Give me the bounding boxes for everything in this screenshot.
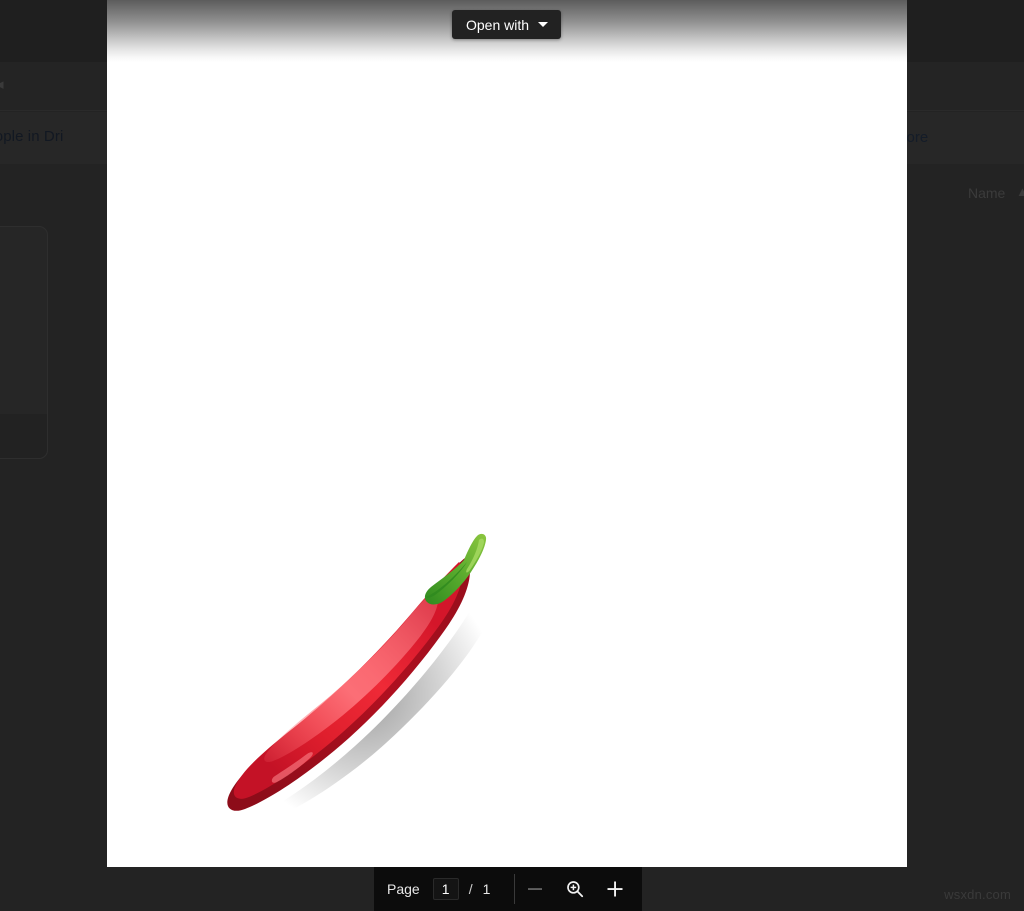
open-with-button[interactable]: Open with: [452, 10, 562, 39]
page-separator: /: [468, 881, 473, 897]
zoom-controls-group: [515, 867, 635, 911]
page-number-input[interactable]: [432, 878, 459, 900]
sort-ascending-arrow-icon: ▲: [1016, 184, 1024, 199]
minus-icon: [528, 888, 543, 890]
caret-left-icon: ◂: [0, 76, 14, 94]
background-side-panel-footer: [0, 414, 48, 459]
background-banner-text: k people in Dri: [0, 128, 64, 145]
viewer-bottom-toolbar: Page / 1: [374, 867, 642, 911]
page-navigation-group: Page / 1: [374, 867, 490, 911]
open-with-label: Open with: [466, 16, 530, 33]
zoom-in-button[interactable]: [595, 867, 635, 911]
site-watermark: wsxdn.com: [944, 887, 1011, 902]
magnifier-plus-icon: [567, 881, 584, 898]
zoom-out-button[interactable]: [515, 867, 555, 911]
page-total-count: 1: [482, 881, 491, 897]
page-label: Page: [387, 881, 420, 897]
document-viewer-page: [107, 0, 907, 867]
zoom-reset-button[interactable]: [555, 867, 595, 911]
red-chili-pepper-image: [215, 532, 510, 862]
background-column-header-name: Name: [968, 185, 1006, 201]
plus-icon: [607, 881, 623, 897]
chevron-down-icon: [538, 22, 549, 27]
